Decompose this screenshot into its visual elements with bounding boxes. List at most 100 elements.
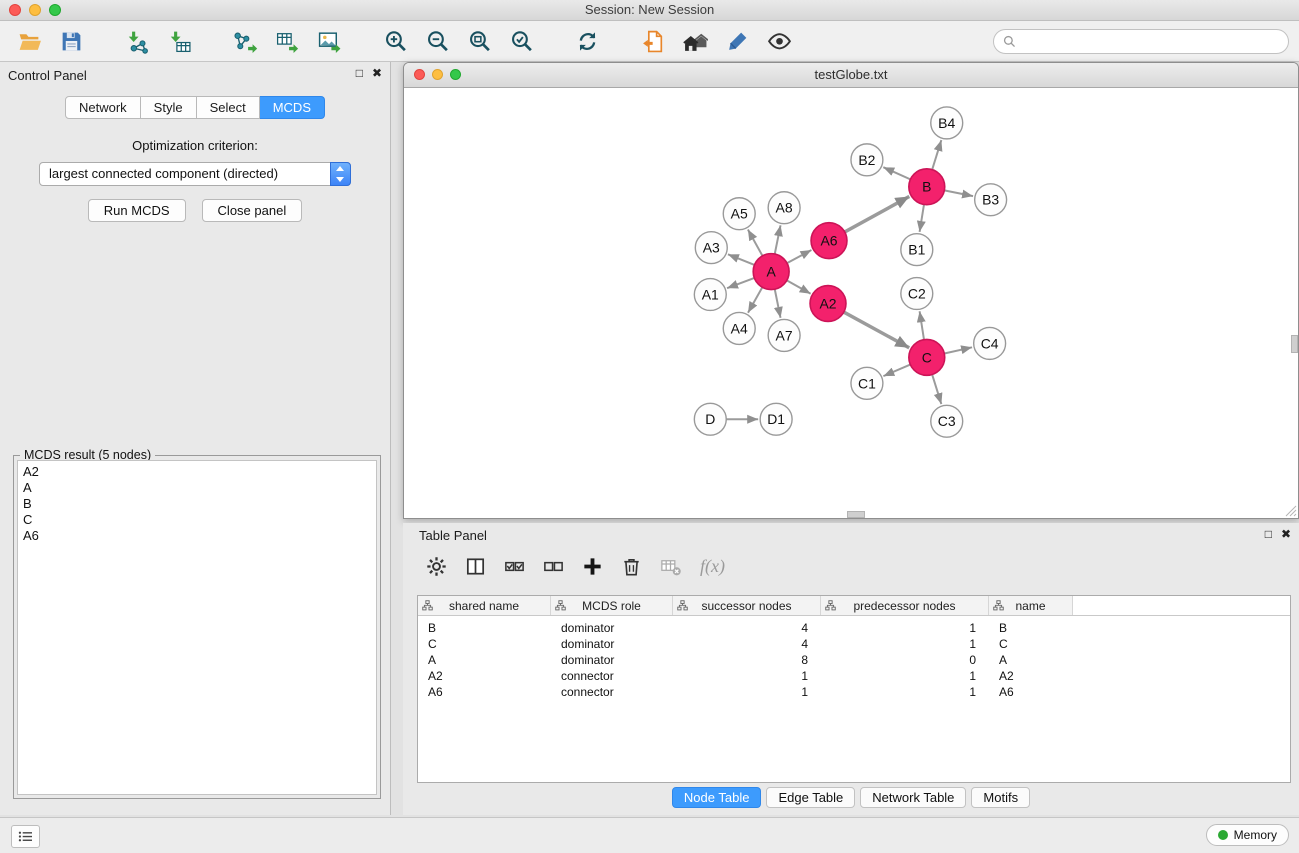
- graph-edge-B-B2[interactable]: [883, 167, 910, 179]
- export-table-icon[interactable]: [272, 26, 302, 56]
- graph-edge-B-B4[interactable]: [932, 140, 941, 170]
- graph-node-A2[interactable]: A2: [810, 286, 846, 322]
- graph-node-D[interactable]: D: [694, 403, 726, 435]
- float-panel-icon[interactable]: □: [1265, 527, 1272, 541]
- result-item[interactable]: A: [23, 480, 371, 496]
- graph-edge-C-C1[interactable]: [883, 365, 910, 377]
- graph-edge-B-B1[interactable]: [920, 205, 924, 232]
- network-canvas[interactable]: B4B2BB3A8A5A6A3B1AC2A1A2A4A7C4CC1C3DD1: [404, 88, 1298, 518]
- graph-node-A8[interactable]: A8: [768, 192, 800, 224]
- graph-node-D1[interactable]: D1: [760, 403, 792, 435]
- select-all-icon[interactable]: [501, 553, 528, 580]
- graph-edge-A-A1[interactable]: [727, 278, 754, 288]
- zoom-network-button[interactable]: [450, 69, 461, 80]
- delete-table-icon[interactable]: [657, 553, 684, 580]
- graph-edge-C-C2[interactable]: [920, 311, 924, 339]
- result-item[interactable]: C: [23, 512, 371, 528]
- task-history-button[interactable]: [11, 825, 40, 848]
- network-window-titlebar[interactable]: testGlobe.txt: [404, 63, 1298, 88]
- zoom-fit-icon[interactable]: [464, 26, 494, 56]
- minimize-network-button[interactable]: [432, 69, 443, 80]
- run-mcds-button[interactable]: Run MCDS: [88, 199, 186, 222]
- graph-edge-B-B3[interactable]: [944, 190, 973, 196]
- graph-node-A1[interactable]: A1: [694, 279, 726, 311]
- open-file-icon[interactable]: [14, 26, 44, 56]
- horizontal-scrollbar-stub[interactable]: [847, 511, 865, 518]
- graph-node-A[interactable]: A: [753, 254, 789, 290]
- graph-node-C3[interactable]: C3: [931, 405, 963, 437]
- vertical-scrollbar-stub[interactable]: [1291, 335, 1298, 353]
- refresh-view-icon[interactable]: [572, 26, 602, 56]
- dropdown-stepper-icon[interactable]: [330, 162, 351, 186]
- graph-edge-A-A6[interactable]: [787, 250, 811, 263]
- graph-edge-A-A2[interactable]: [787, 280, 811, 293]
- close-network-button[interactable]: [414, 69, 425, 80]
- table-row[interactable]: Adominator80A: [418, 652, 1290, 668]
- table-row[interactable]: Bdominator41B: [418, 620, 1290, 636]
- column-chooser-icon[interactable]: [462, 553, 489, 580]
- deselect-all-icon[interactable]: [540, 553, 567, 580]
- table-row[interactable]: A2connector11A2: [418, 668, 1290, 684]
- home-layout-icon[interactable]: [680, 26, 710, 56]
- column-header-predecessor-nodes[interactable]: predecessor nodes: [821, 596, 989, 615]
- zoom-in-icon[interactable]: [380, 26, 410, 56]
- column-header-MCDS-role[interactable]: MCDS role: [551, 596, 673, 615]
- zoom-out-icon[interactable]: [422, 26, 452, 56]
- graph-edge-C-C3[interactable]: [932, 375, 941, 405]
- close-panel-icon[interactable]: ✖: [1281, 527, 1291, 541]
- graph-node-B3[interactable]: B3: [975, 184, 1007, 216]
- float-panel-icon[interactable]: □: [356, 66, 363, 80]
- graph-node-C[interactable]: C: [909, 339, 945, 375]
- graph-node-A5[interactable]: A5: [723, 198, 755, 230]
- import-network-icon[interactable]: [122, 26, 152, 56]
- column-header-successor-nodes[interactable]: successor nodes: [673, 596, 821, 615]
- tab-style[interactable]: Style: [141, 96, 197, 119]
- graph-node-B[interactable]: B: [909, 169, 945, 205]
- minimize-window-button[interactable]: [29, 4, 41, 16]
- graph-node-C4[interactable]: C4: [974, 327, 1006, 359]
- graph-node-B2[interactable]: B2: [851, 144, 883, 176]
- tab-edge-table[interactable]: Edge Table: [766, 787, 855, 808]
- network-graph[interactable]: B4B2BB3A8A5A6A3B1AC2A1A2A4A7C4CC1C3DD1: [404, 88, 1298, 518]
- zoom-selected-icon[interactable]: [506, 26, 536, 56]
- optimization-criterion-dropdown[interactable]: largest connected component (directed): [39, 162, 351, 186]
- graph-node-B1[interactable]: B1: [901, 234, 933, 266]
- close-panel-icon[interactable]: ✖: [372, 66, 382, 80]
- add-row-icon[interactable]: [579, 553, 606, 580]
- result-item[interactable]: A2: [23, 464, 371, 480]
- graph-edge-A-A3[interactable]: [728, 254, 755, 265]
- table-row[interactable]: A6connector11A6: [418, 684, 1290, 700]
- close-panel-button[interactable]: Close panel: [202, 199, 303, 222]
- graph-node-A3[interactable]: A3: [695, 232, 727, 264]
- delete-row-icon[interactable]: [618, 553, 645, 580]
- table-settings-icon[interactable]: [423, 553, 450, 580]
- tab-network-table[interactable]: Network Table: [860, 787, 966, 808]
- graph-node-C1[interactable]: C1: [851, 367, 883, 399]
- result-item[interactable]: B: [23, 496, 371, 512]
- graph-node-C2[interactable]: C2: [901, 278, 933, 310]
- graph-edge-A-A5[interactable]: [748, 229, 763, 255]
- memory-button[interactable]: Memory: [1206, 824, 1289, 846]
- save-session-icon[interactable]: [56, 26, 86, 56]
- export-image-icon[interactable]: [314, 26, 344, 56]
- apply-style-icon[interactable]: [722, 26, 752, 56]
- graph-edge-A-A7[interactable]: [775, 289, 781, 318]
- column-header-name[interactable]: name: [989, 596, 1073, 615]
- export-network-icon[interactable]: [230, 26, 260, 56]
- search-input[interactable]: [1021, 34, 1279, 50]
- mcds-result-list[interactable]: A2ABCA6: [17, 460, 377, 795]
- zoom-window-button[interactable]: [49, 4, 61, 16]
- function-builder-icon[interactable]: f(x): [696, 553, 729, 580]
- search-box[interactable]: [993, 29, 1289, 54]
- show-graphics-details-icon[interactable]: [764, 26, 794, 56]
- column-header-shared-name[interactable]: shared name: [418, 596, 551, 615]
- graph-node-B4[interactable]: B4: [931, 107, 963, 139]
- graph-node-A4[interactable]: A4: [723, 312, 755, 344]
- result-item[interactable]: A6: [23, 528, 371, 544]
- tab-motifs[interactable]: Motifs: [971, 787, 1030, 808]
- table-row[interactable]: Cdominator41C: [418, 636, 1290, 652]
- resize-grip-icon[interactable]: [1285, 505, 1297, 517]
- graph-edge-A6-B[interactable]: [845, 196, 910, 232]
- tab-mcds[interactable]: MCDS: [260, 96, 325, 119]
- graph-node-A7[interactable]: A7: [768, 319, 800, 351]
